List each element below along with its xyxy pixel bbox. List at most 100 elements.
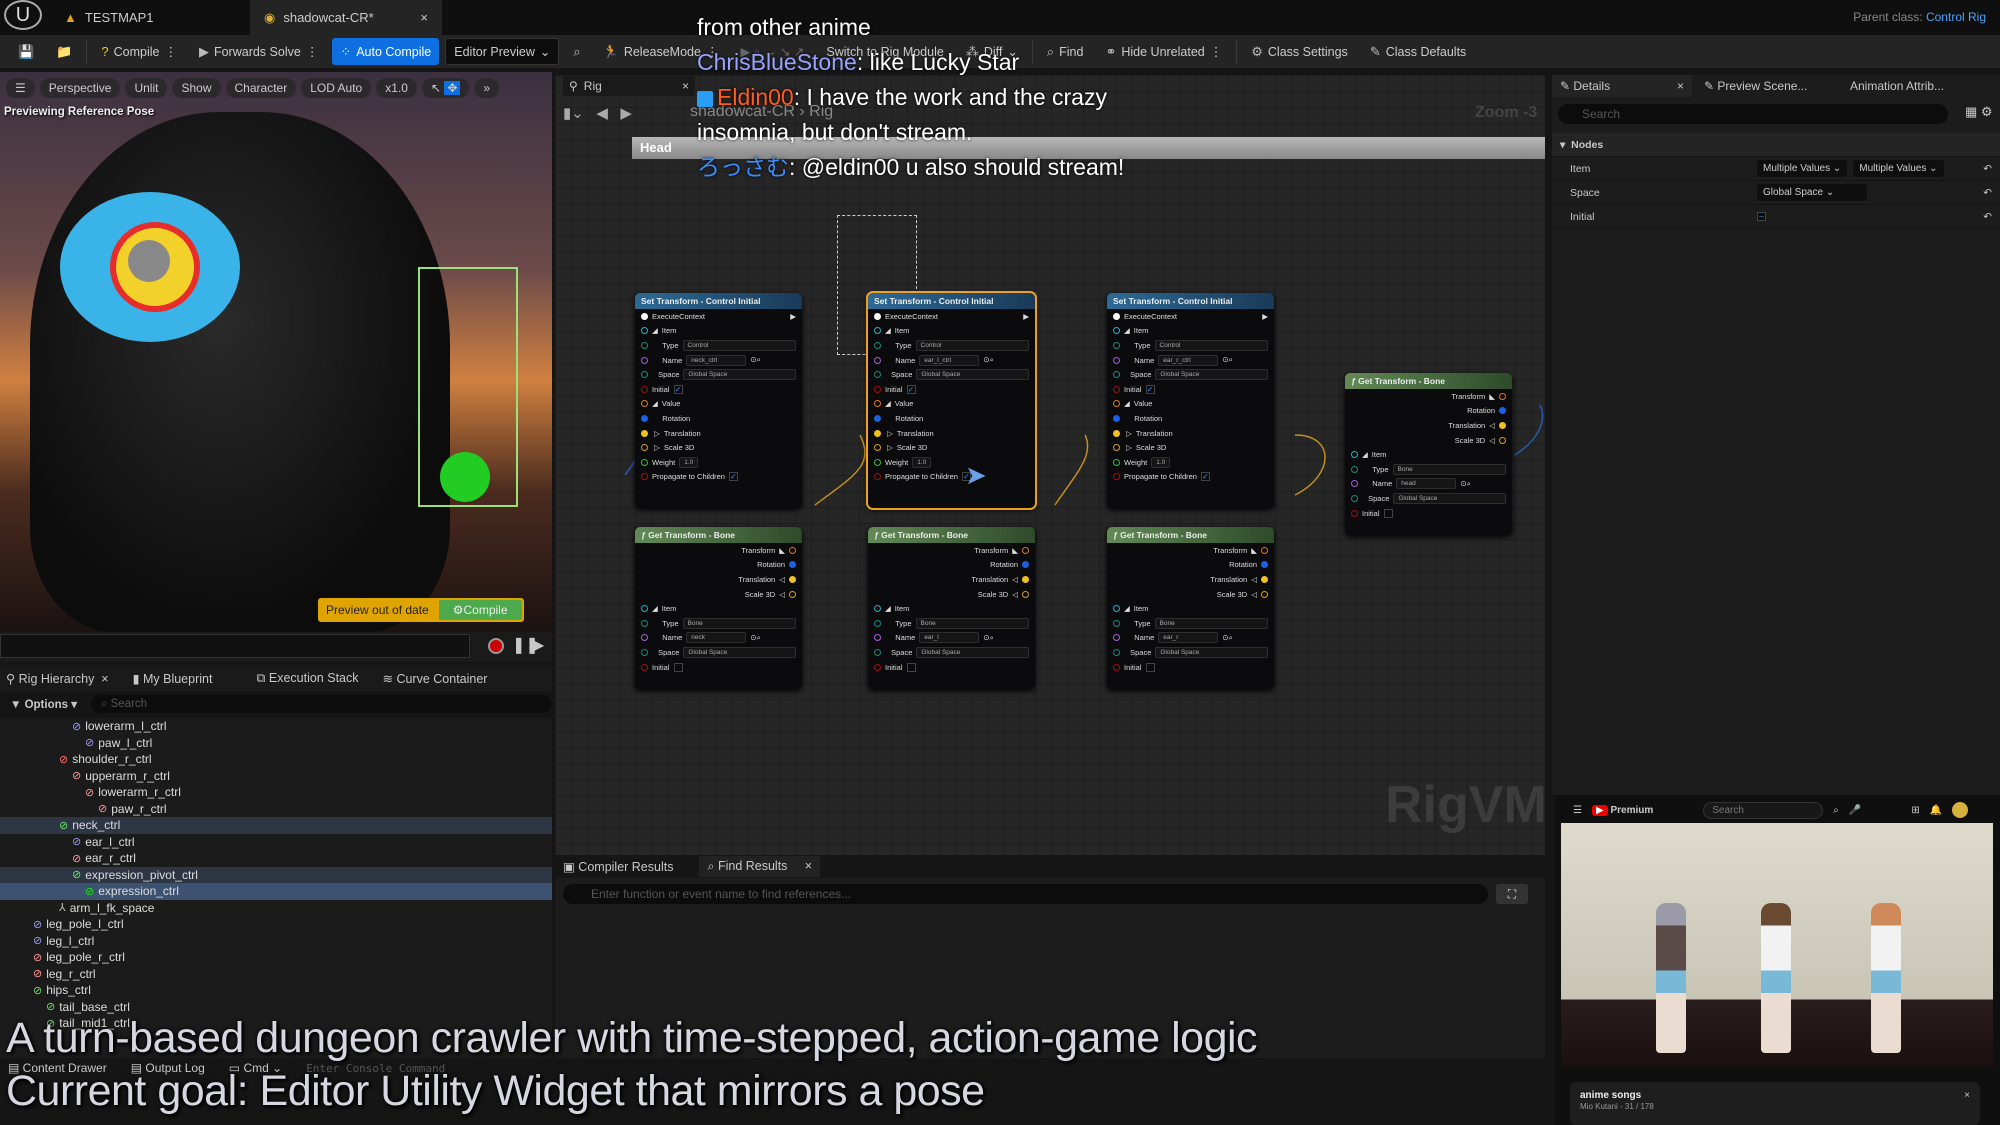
binoculars-button[interactable]: ⛶ (1496, 884, 1528, 904)
type-dropdown[interactable]: Bone (682, 617, 796, 629)
class-settings-button[interactable]: ⚙ Class Settings (1243, 38, 1356, 65)
tree-item[interactable]: ⊘ leg_r_ctrl (0, 966, 552, 983)
pin-icon[interactable] (1113, 648, 1120, 656)
name-dropdown[interactable]: ear_r (1158, 632, 1219, 644)
tree-item[interactable]: ⊘ paw_l_ctrl (0, 735, 552, 752)
reset-icon[interactable]: ↶ (1983, 163, 2000, 175)
details-dropdown[interactable]: Multiple Values ⌄ (1757, 160, 1848, 177)
initial-checkbox[interactable]: ✓ (673, 384, 683, 394)
space-dropdown[interactable]: Global Space (1393, 492, 1506, 504)
search-icon[interactable]: ⌕ (1833, 805, 1839, 816)
menu-icon[interactable]: ☰ (1573, 805, 1582, 816)
tree-item[interactable]: ⅄ arm_l_fk_space (0, 900, 552, 917)
video-player[interactable] (1561, 823, 1993, 1068)
pin-icon[interactable] (641, 341, 648, 349)
tab-find-results[interactable]: ⌕ Find Results × (699, 855, 821, 877)
tree-item[interactable]: ⊘ hips_ctrl (0, 982, 552, 999)
timeline-track[interactable] (0, 634, 470, 658)
forward-button[interactable]: ▶ (620, 105, 632, 122)
close-tab-icon[interactable]: × (420, 10, 428, 25)
pin-icon[interactable] (1113, 385, 1120, 393)
name-dropdown[interactable]: neck_ctrl (686, 354, 747, 366)
bell-icon[interactable]: 🔔 (1930, 805, 1942, 816)
pin-icon[interactable] (1022, 575, 1029, 583)
pin-icon[interactable] (641, 385, 648, 393)
bookmark-icon[interactable]: ▮⌄ (563, 105, 584, 122)
pin-icon[interactable] (641, 429, 648, 437)
initial-checkbox[interactable]: ✓ (1145, 384, 1155, 394)
timeline[interactable]: ❚❚ ▶ (0, 632, 552, 662)
viewport[interactable]: ☰ Perspective Unlit Show Character LOD A… (0, 72, 552, 632)
create-icon[interactable]: ⊞ (1911, 805, 1919, 816)
name-dropdown[interactable]: ear_l_ctrl (919, 354, 980, 366)
pin-icon[interactable] (641, 634, 648, 642)
tab-preview-scene[interactable]: ✎ Preview Scene... (1692, 75, 1842, 97)
selected-control-gizmo[interactable] (440, 452, 490, 502)
pin-icon[interactable] (641, 371, 648, 379)
record-button[interactable] (488, 638, 504, 654)
pin-icon[interactable] (1113, 473, 1120, 481)
pin-icon[interactable] (641, 473, 648, 481)
space-dropdown[interactable]: Global Space (683, 646, 796, 658)
pin-icon[interactable] (1351, 480, 1358, 488)
viewport-menu-button[interactable]: ☰ (6, 78, 35, 98)
pin-icon[interactable] (1113, 341, 1120, 349)
weight-input[interactable]: 1.0 (1151, 456, 1171, 468)
pin-icon[interactable] (641, 458, 648, 466)
space-dropdown[interactable]: Global Space (1155, 369, 1268, 381)
tab-execution-stack[interactable]: ⧉ Execution Stack (256, 671, 358, 686)
save-button[interactable]: 💾 (10, 38, 42, 65)
reset-icon[interactable]: ↶ (1983, 187, 2000, 199)
play-speed-button[interactable]: x1.0 (376, 78, 417, 98)
lod-button[interactable]: LOD Auto (301, 78, 372, 98)
tab-details[interactable]: ✎ Details × (1552, 75, 1692, 97)
pin-icon[interactable] (1261, 590, 1268, 598)
details-options-icons[interactable]: ▦ ⚙ (1965, 104, 1993, 120)
tree-item[interactable]: ⊘ leg_l_ctrl (0, 933, 552, 950)
pin-icon[interactable] (1351, 465, 1358, 473)
pin-icon[interactable] (874, 385, 881, 393)
weight-input[interactable]: 1.0 (912, 456, 932, 468)
type-dropdown[interactable]: Control (915, 339, 1029, 351)
tree-item[interactable]: ⊘ lowerarm_l_ctrl (0, 718, 552, 735)
playlist-card[interactable]: anime songs Mio Kutani - 31 / 178 × (1570, 1082, 1980, 1125)
pin-icon[interactable] (874, 341, 881, 349)
tree-item[interactable]: ⊘ tail_base_ctrl (0, 999, 552, 1016)
initial-checkbox[interactable]: ✓ (906, 384, 916, 394)
unreal-logo[interactable]: U (4, 0, 42, 30)
pin-icon[interactable] (1113, 400, 1120, 408)
type-dropdown[interactable]: Bone (915, 617, 1029, 629)
pin-icon[interactable] (1499, 436, 1506, 444)
pin-icon[interactable] (1499, 421, 1506, 429)
pin-icon[interactable] (874, 371, 881, 379)
pin-icon[interactable] (1261, 575, 1268, 583)
initial-checkbox[interactable] (673, 662, 683, 672)
close-tab-icon[interactable]: × (682, 79, 695, 93)
propagate-checkbox[interactable]: ✓ (1200, 472, 1210, 482)
back-button[interactable]: ◀ (596, 105, 608, 122)
editor-preview-dropdown[interactable]: Editor Preview ⌄ (445, 38, 560, 65)
pin-icon[interactable] (641, 444, 648, 452)
nodes-section[interactable]: ▾ Nodes (1552, 133, 2000, 157)
pin-icon[interactable] (1113, 371, 1120, 379)
type-dropdown[interactable]: Bone (1154, 617, 1268, 629)
space-dropdown[interactable]: Global Space (916, 646, 1029, 658)
class-defaults-button[interactable]: ✎ Class Defaults (1362, 38, 1475, 65)
name-dropdown[interactable]: ear_l (919, 632, 980, 644)
pin-icon[interactable] (1113, 458, 1120, 466)
pin-icon[interactable] (1113, 356, 1120, 364)
pin-icon[interactable] (1022, 561, 1029, 569)
initial-checkbox[interactable] (1145, 662, 1155, 672)
tree-item[interactable]: ⊘ neck_ctrl (0, 817, 552, 834)
type-dropdown[interactable]: Bone (1392, 463, 1506, 475)
pin-icon[interactable] (874, 648, 881, 656)
tab-shadowcat[interactable]: ◉ shadowcat-CR* × (250, 0, 442, 35)
find-references-input[interactable]: Enter function or event name to find ref… (563, 884, 1488, 904)
tab-rig-graph[interactable]: ⚲ Rig × (563, 76, 695, 96)
pin-icon[interactable] (789, 575, 796, 583)
pin-icon[interactable] (1113, 634, 1120, 642)
debug-browse-button[interactable]: ⌕ (565, 38, 588, 65)
close-icon[interactable]: × (1964, 1090, 1970, 1101)
pin-icon[interactable] (1351, 494, 1358, 502)
pin-icon[interactable] (789, 590, 796, 598)
